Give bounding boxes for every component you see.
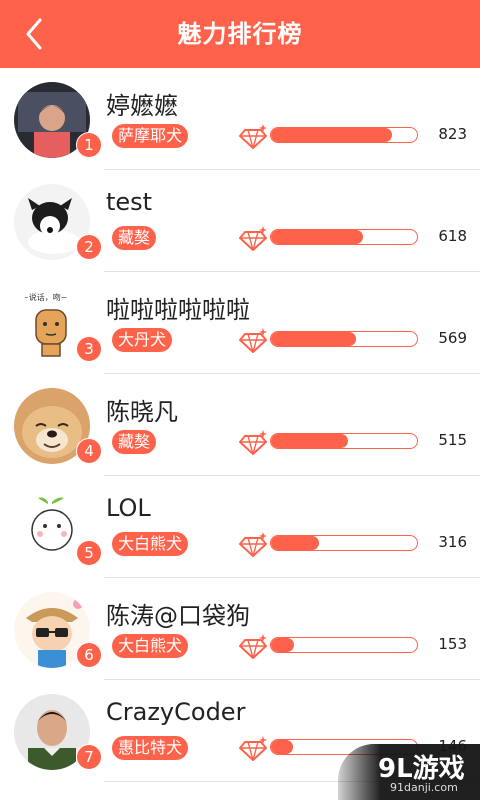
rank-badge: 1: [76, 132, 102, 158]
diamond-icon: [239, 124, 267, 149]
charm-progress-fill: [271, 434, 349, 448]
user-name: CrazyCoder: [106, 698, 246, 726]
diamond-icon: [239, 226, 267, 251]
site-watermark: 9L游戏 91danji.com: [338, 744, 480, 800]
charm-progress-bar: [270, 637, 418, 653]
breed-tag: 惠比特犬: [112, 736, 189, 760]
breed-tag: 萨摩耶犬: [112, 124, 189, 148]
charm-progress-fill: [271, 230, 363, 244]
breed-tag: 藏獒: [112, 226, 157, 250]
svg-text:~说话，吻~: ~说话，吻~: [22, 292, 67, 302]
charm-score: 153: [438, 635, 467, 653]
user-name: LOL: [106, 494, 151, 522]
charm-progress-bar: [270, 535, 418, 551]
header-bar: 魅力排行榜: [0, 0, 480, 68]
rank-badge: 6: [76, 642, 102, 668]
rank-badge: 7: [76, 744, 102, 770]
user-name: 啦啦啦啦啦啦: [106, 296, 250, 324]
rank-badge: 3: [76, 336, 102, 362]
user-name: 陈涛@口袋狗: [106, 602, 250, 630]
charm-progress-fill: [271, 332, 356, 346]
diamond-icon: [239, 328, 267, 353]
list-item[interactable]: 6 陈涛@口袋狗 大白熊犬 153: [0, 578, 480, 680]
watermark-url: 91danji.com: [390, 781, 458, 794]
ranking-list: 1 婷嬷嬷 萨摩耶犬 823 2 test 藏獒 618 ~说话，吻~ 3 啦啦…: [0, 68, 480, 782]
charm-score: 618: [438, 227, 467, 245]
list-item[interactable]: 4 陈晓凡 藏獒 515: [0, 374, 480, 476]
diamond-icon: [239, 532, 267, 557]
breed-tag: 大白熊犬: [112, 634, 189, 658]
watermark-logo-text: 9L游戏: [378, 754, 465, 784]
list-item[interactable]: 2 test 藏獒 618: [0, 170, 480, 272]
charm-progress-bar: [270, 127, 418, 143]
charm-score: 569: [438, 329, 467, 347]
user-name: 陈晓凡: [106, 398, 178, 426]
user-name: 婷嬷嬷: [106, 92, 178, 120]
charm-progress-fill: [271, 128, 393, 142]
charm-progress-bar: [270, 229, 418, 245]
charm-progress-bar: [270, 433, 418, 449]
charm-score: 823: [438, 125, 467, 143]
page-title: 魅力排行榜: [177, 20, 303, 48]
list-item[interactable]: 1 婷嬷嬷 萨摩耶犬 823: [0, 68, 480, 170]
diamond-icon: [239, 736, 267, 761]
charm-score: 316: [438, 533, 467, 551]
charm-progress-fill: [271, 536, 320, 550]
rank-badge: 5: [76, 540, 102, 566]
rank-badge: 4: [76, 438, 102, 464]
charm-progress-fill: [271, 740, 293, 754]
rank-badge: 2: [76, 234, 102, 260]
charm-progress-fill: [271, 638, 295, 652]
list-item[interactable]: ~说话，吻~ 3 啦啦啦啦啦啦 大丹犬 569: [0, 272, 480, 374]
diamond-icon: [239, 430, 267, 455]
breed-tag: 大白熊犬: [112, 532, 189, 556]
list-item[interactable]: 5 LOL 大白熊犬 316: [0, 476, 480, 578]
breed-tag: 大丹犬: [112, 328, 173, 352]
charm-progress-bar: [270, 331, 418, 347]
diamond-icon: [239, 634, 267, 659]
breed-tag: 藏獒: [112, 430, 157, 454]
user-name: test: [106, 188, 153, 216]
charm-score: 515: [438, 431, 467, 449]
